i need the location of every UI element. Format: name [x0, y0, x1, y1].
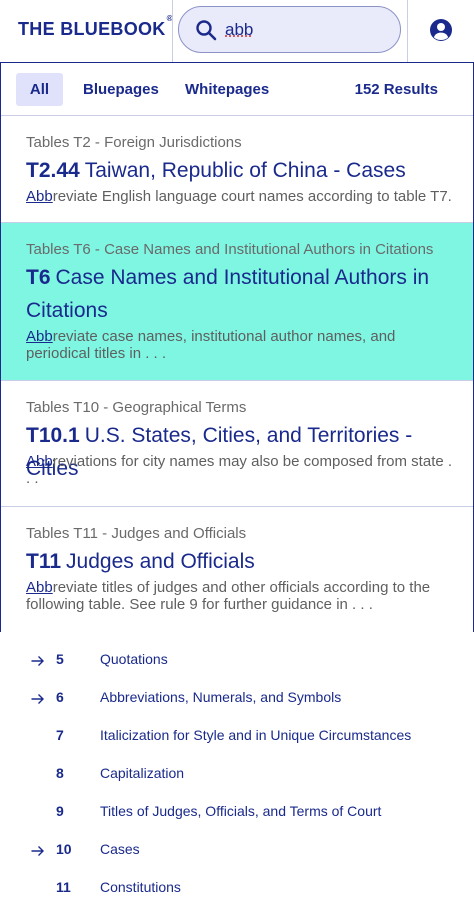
result-title[interactable]: T6 Case Names and Institutional Authors i…	[26, 261, 456, 327]
search-match: Abb	[26, 188, 53, 205]
result-snippet: Abbreviations for city names may also be…	[26, 453, 456, 487]
rule-number: 10	[56, 841, 72, 857]
rule-label: Constitutions	[100, 879, 181, 895]
result-category: Tables T11 - Judges and Officials	[26, 525, 247, 542]
result-number: T2.44	[26, 159, 80, 182]
result-item[interactable]: Tables T6 - Case Names and Institutional…	[1, 223, 473, 381]
rule-number: 7	[56, 727, 64, 743]
tab-whitepages[interactable]: Whitepages	[185, 73, 269, 106]
rule-number: 5	[56, 651, 64, 667]
filter-bar: All Bluepages Whitepages 152 Results	[1, 63, 473, 116]
result-number: T6	[26, 266, 51, 289]
rule-label: Italicization for Style and in Unique Ci…	[100, 727, 412, 743]
rule-number: 9	[56, 803, 64, 819]
bluebook-logo[interactable]: THE BLUEBOOK®	[18, 14, 173, 40]
rule-item[interactable]: 6 Abbreviations, Numerals, and Symbols	[0, 686, 474, 716]
app-header: THE BLUEBOOK®	[0, 0, 474, 62]
rule-label: Quotations	[100, 651, 168, 667]
arrow-right-icon	[31, 846, 44, 856]
rule-number: 6	[56, 689, 64, 705]
rule-label: Abbreviations, Numerals, and Symbols	[100, 689, 342, 705]
rule-item[interactable]: 7 Italicization for Style and in Unique …	[0, 724, 474, 754]
arrow-right-icon	[31, 656, 44, 666]
result-title[interactable]: T2.44 Taiwan, Republic of China - Cases	[26, 154, 456, 187]
snippet-text: reviate English language court names acc…	[52, 188, 452, 205]
rule-item[interactable]: 11 Constitutions	[0, 876, 474, 906]
logo-text: THE BLUEBOOK	[18, 19, 166, 39]
result-item[interactable]: Tables T2 - Foreign Jurisdictions T2.44 T…	[1, 116, 473, 223]
arrow-right-icon	[31, 694, 44, 704]
result-count: 152 Results	[354, 81, 438, 98]
tab-bluepages[interactable]: Bluepages	[83, 73, 159, 106]
snippet-text: reviate titles of judges and other offic…	[26, 579, 431, 613]
search-match: Abb	[26, 453, 53, 470]
result-category: Tables T10 - Geographical Terms	[26, 399, 247, 416]
search-match: Abb	[26, 328, 53, 345]
header-divider	[172, 0, 173, 62]
result-title[interactable]: T11 Judges and Officials	[26, 545, 456, 578]
result-snippet: Abbreviate case names, institutional aut…	[26, 328, 456, 362]
snippet-text: reviate case names, institutional author…	[26, 328, 396, 362]
rule-item[interactable]: 8 Capitalization	[0, 762, 474, 792]
result-category: Tables T6 - Case Names and Institutional…	[26, 241, 434, 258]
rule-item[interactable]: 10 Cases	[0, 838, 474, 868]
rule-label: Capitalization	[100, 765, 185, 781]
result-title-text: Case Names and Institutional Authors in …	[26, 266, 430, 322]
search-icon[interactable]	[194, 18, 218, 42]
search-results-panel: All Bluepages Whitepages 152 Results Tab…	[0, 62, 474, 632]
rule-item[interactable]: 5 Quotations	[0, 648, 474, 678]
result-item[interactable]: Tables T11 - Judges and Officials T11 Jud…	[1, 507, 473, 632]
header-divider	[407, 0, 408, 62]
search-match: Abb	[26, 579, 53, 596]
result-title-text: Taiwan, Republic of China - Cases	[84, 159, 406, 182]
rule-number: 11	[56, 879, 71, 895]
result-title-text: Judges and Officials	[66, 550, 255, 573]
result-number: T10.1	[26, 424, 80, 447]
search-bar[interactable]	[178, 6, 401, 53]
result-number: T11	[26, 550, 62, 573]
search-input[interactable]	[225, 18, 385, 42]
result-item[interactable]: Tables T10 - Geographical Terms T10.1 U.S…	[1, 381, 473, 507]
rule-number: 8	[56, 765, 64, 781]
tab-all[interactable]: All	[16, 73, 63, 106]
result-snippet: Abbreviate titles of judges and other of…	[26, 579, 456, 613]
rule-item[interactable]: 9 Titles of Judges, Officials, and Terms…	[0, 800, 474, 830]
rule-label: Cases	[100, 841, 140, 857]
result-snippet: Abbreviate English language court names …	[26, 188, 456, 205]
result-category: Tables T2 - Foreign Jurisdictions	[26, 134, 242, 151]
account-circle-icon[interactable]	[429, 18, 453, 42]
rule-label: Titles of Judges, Officials, and Terms o…	[100, 803, 382, 819]
snippet-text: reviations for city names may also be co…	[26, 453, 453, 487]
